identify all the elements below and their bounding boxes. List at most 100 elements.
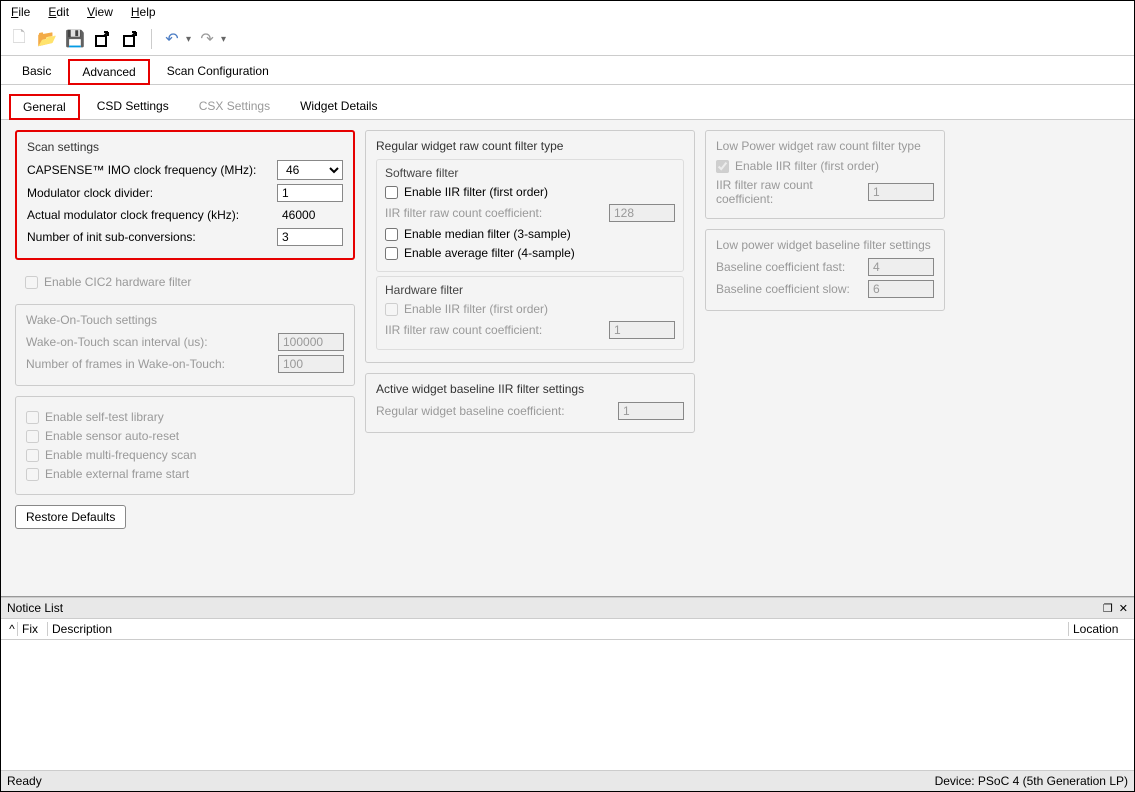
wot-frames-label: Number of frames in Wake-on-Touch: [26,357,272,371]
open-icon[interactable]: 📂 [35,27,59,51]
close-icon[interactable]: ✕ [1119,602,1128,615]
autoreset-checkbox [26,430,39,443]
import-icon[interactable] [91,27,115,51]
average-label: Enable average filter (4-sample) [404,246,575,260]
lp-baseline-group: Low power widget baseline filter setting… [705,229,945,311]
menu-help[interactable]: Help [131,5,156,19]
active-baseline-title: Active widget baseline IIR filter settin… [376,382,684,396]
misc-enable-group: Enable self-test library Enable sensor a… [15,396,355,495]
lp-filter-title: Low Power widget raw count filter type [716,139,934,153]
actual-mod-value [277,206,343,224]
active-baseline-group: Active widget baseline IIR filter settin… [365,373,695,433]
col-fix[interactable]: Fix [17,622,47,636]
lp-iir-label: Enable IIR filter (first order) [735,159,879,173]
status-ready: Ready [7,774,42,788]
hw-iir-label: Enable IIR filter (first order) [404,302,548,316]
notice-panel: Notice List ❐ ✕ ^ Fix Description Locati… [1,596,1134,770]
average-checkbox[interactable] [385,247,398,260]
multifreq-checkbox [26,449,39,462]
statusbar: Ready Device: PSoC 4 (5th Generation LP) [1,770,1134,791]
tab-scan-configuration[interactable]: Scan Configuration [154,59,282,85]
wake-on-touch-group: Wake-On-Touch settings Wake-on-Touch sca… [15,304,355,386]
menubar: File Edit View Help [1,1,1134,23]
sw-iir-checkbox[interactable] [385,186,398,199]
tab-basic[interactable]: Basic [9,59,64,85]
toolbar: 🗋 📂 💾 ↶▾ ↷▾ [1,23,1134,56]
selftest-checkbox [26,411,39,424]
export-icon[interactable] [119,27,143,51]
notice-columns: ^ Fix Description Location [1,619,1134,640]
notice-title: Notice List [7,601,63,615]
cic2-label: Enable CIC2 hardware filter [44,275,191,289]
init-sub-label: Number of init sub-conversions: [27,230,271,244]
sw-iir-coef-input [609,204,675,222]
menu-file[interactable]: File [11,5,30,19]
software-filter-title: Software filter [385,166,675,180]
imo-clock-select[interactable]: 46 [277,160,343,180]
wot-title: Wake-On-Touch settings [26,313,344,327]
regular-filter-group: Regular widget raw count filter type Sof… [365,130,695,363]
hw-iir-coef-label: IIR filter raw count coefficient: [385,323,603,337]
tab-csd-settings[interactable]: CSD Settings [84,94,182,120]
median-label: Enable median filter (3-sample) [404,227,571,241]
hardware-filter-subgroup: Hardware filter Enable IIR filter (first… [376,276,684,350]
sort-icon[interactable]: ^ [7,622,17,636]
tab-csx-settings: CSX Settings [186,94,283,120]
save-icon[interactable]: 💾 [63,27,87,51]
chevron-down-icon[interactable]: ▾ [186,34,191,45]
tab-general[interactable]: General [9,94,80,120]
regular-filter-title: Regular widget raw count filter type [376,139,684,153]
mod-divider-label: Modulator clock divider: [27,186,271,200]
autoreset-label: Enable sensor auto-reset [45,429,179,443]
notice-body [1,640,1134,770]
extframe-checkbox [26,468,39,481]
sw-iir-label: Enable IIR filter (first order) [404,185,548,199]
chevron-down-icon[interactable]: ▾ [221,34,226,45]
secondary-tabs: General CSD Settings CSX Settings Widget… [1,93,1134,120]
scan-settings-group: Scan settings CAPSENSE™ IMO clock freque… [15,130,355,260]
extframe-label: Enable external frame start [45,467,189,481]
lp-iir-coef-label: IIR filter raw count coefficient: [716,178,862,206]
cic2-checkbox [25,276,38,289]
active-baseline-coef-label: Regular widget baseline coefficient: [376,404,612,418]
lp-baseline-fast-input [868,258,934,276]
new-icon[interactable]: 🗋 [7,27,31,51]
menu-view[interactable]: View [87,5,113,19]
lp-iir-coef-input [868,183,934,201]
wot-interval-label: Wake-on-Touch scan interval (us): [26,335,272,349]
tab-advanced[interactable]: Advanced [68,59,149,85]
lp-baseline-slow-input [868,280,934,298]
col-description[interactable]: Description [47,622,1068,636]
scan-settings-title: Scan settings [27,140,343,154]
hardware-filter-title: Hardware filter [385,283,675,297]
restore-defaults-button[interactable]: Restore Defaults [15,505,126,529]
lp-baseline-fast-label: Baseline coefficient fast: [716,260,862,274]
imo-clock-label: CAPSENSE™ IMO clock frequency (MHz): [27,163,271,177]
col-location[interactable]: Location [1068,622,1128,636]
init-sub-input[interactable] [277,228,343,246]
wot-frames-input [278,355,344,373]
sw-iir-coef-label: IIR filter raw count coefficient: [385,206,603,220]
wot-interval-input [278,333,344,351]
restore-icon[interactable]: ❐ [1103,602,1113,615]
primary-tabs: Basic Advanced Scan Configuration [1,58,1134,85]
status-device: Device: PSoC 4 (5th Generation LP) [935,774,1128,788]
active-baseline-coef-input [618,402,684,420]
software-filter-subgroup: Software filter Enable IIR filter (first… [376,159,684,272]
median-checkbox[interactable] [385,228,398,241]
lp-baseline-slow-label: Baseline coefficient slow: [716,282,862,296]
hw-iir-coef-input [609,321,675,339]
lp-baseline-title: Low power widget baseline filter setting… [716,238,934,252]
undo-icon[interactable]: ↶ [160,27,184,51]
lp-iir-checkbox [716,160,729,173]
multifreq-label: Enable multi-frequency scan [45,448,196,462]
hw-iir-checkbox [385,303,398,316]
tab-widget-details[interactable]: Widget Details [287,94,390,120]
content-area: Scan settings CAPSENSE™ IMO clock freque… [1,120,1134,596]
lp-filter-group: Low Power widget raw count filter type E… [705,130,945,219]
selftest-label: Enable self-test library [45,410,164,424]
mod-divider-input[interactable] [277,184,343,202]
menu-edit[interactable]: Edit [48,5,69,19]
redo-icon[interactable]: ↷ [195,27,219,51]
notice-header: Notice List ❐ ✕ [1,597,1134,619]
